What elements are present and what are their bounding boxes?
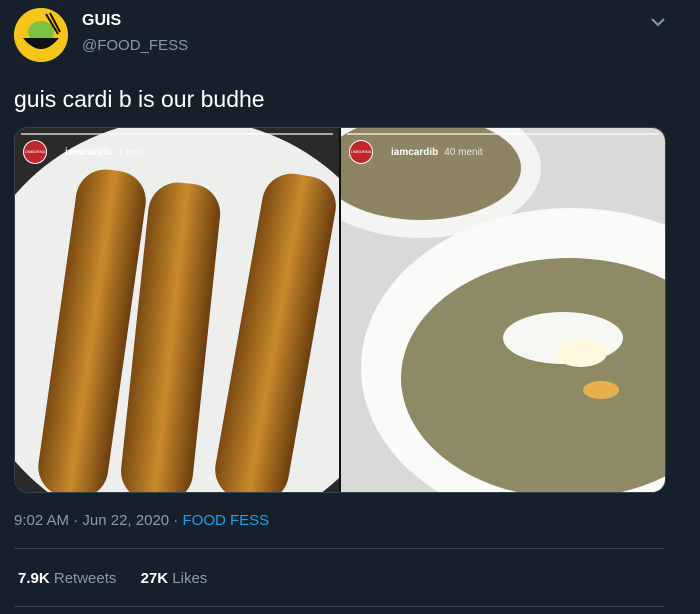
- food-bowl-logo: [14, 8, 68, 62]
- likes-label: Likes: [172, 570, 208, 587]
- photo-fried-rolls[interactable]: OMBORNA 700 LAW iamcardib 1 jam: [15, 128, 339, 492]
- story-time: 40 menit: [444, 146, 483, 158]
- story-progress-bar: [21, 133, 333, 135]
- likes-stat[interactable]: 27K Likes: [141, 570, 208, 587]
- meta-separator: ·: [169, 512, 183, 529]
- likes-count: 27K: [140, 570, 169, 587]
- retweets-stat[interactable]: 7.9K Retweets: [18, 570, 116, 587]
- author-name[interactable]: GUIS: [82, 12, 121, 30]
- retweets-count: 7.9K: [18, 570, 50, 587]
- story-header: OMBORNA 700 LAW iamcardib 1 jam: [23, 140, 143, 164]
- tweet-source-link[interactable]: FOOD FESS: [182, 512, 269, 529]
- tweet-stats: 7.9K Retweets 27K Likes: [18, 570, 227, 587]
- tweet-media[interactable]: OMBORNA 700 LAW iamcardib 1 jam OMBORNA …: [14, 127, 666, 493]
- fried-rolls-image: [15, 128, 339, 492]
- divider: [14, 548, 664, 549]
- chevron-down-icon[interactable]: [648, 12, 668, 32]
- story-username: iamcardib: [391, 146, 439, 158]
- story-username: iamcardib: [65, 146, 113, 158]
- photo-noodle-soup[interactable]: OMBORNA 700 LAW iamcardib 40 menit: [341, 128, 665, 492]
- author-handle[interactable]: @FOOD_FESS: [82, 37, 188, 54]
- tweet-text: guis cardi b is our budhe: [14, 86, 265, 112]
- story-avatar: OMBORNA 700 LAW: [23, 140, 47, 164]
- story-avatar: OMBORNA 700 LAW: [349, 140, 373, 164]
- noodle-soup-image: [341, 128, 665, 492]
- story-progress-bar: [347, 133, 659, 135]
- meta-separator: ·: [69, 512, 83, 529]
- tweet-meta: 9:02 AM · Jun 22, 2020 · FOOD FESS: [14, 512, 269, 529]
- avatar[interactable]: [14, 8, 68, 62]
- story-header: OMBORNA 700 LAW iamcardib 40 menit: [349, 140, 483, 164]
- tweet-date[interactable]: Jun 22, 2020: [82, 512, 169, 529]
- tweet-time[interactable]: 9:02 AM: [14, 512, 69, 529]
- divider: [14, 606, 664, 607]
- retweets-label: Retweets: [53, 570, 117, 587]
- story-time: 1 jam: [118, 146, 143, 158]
